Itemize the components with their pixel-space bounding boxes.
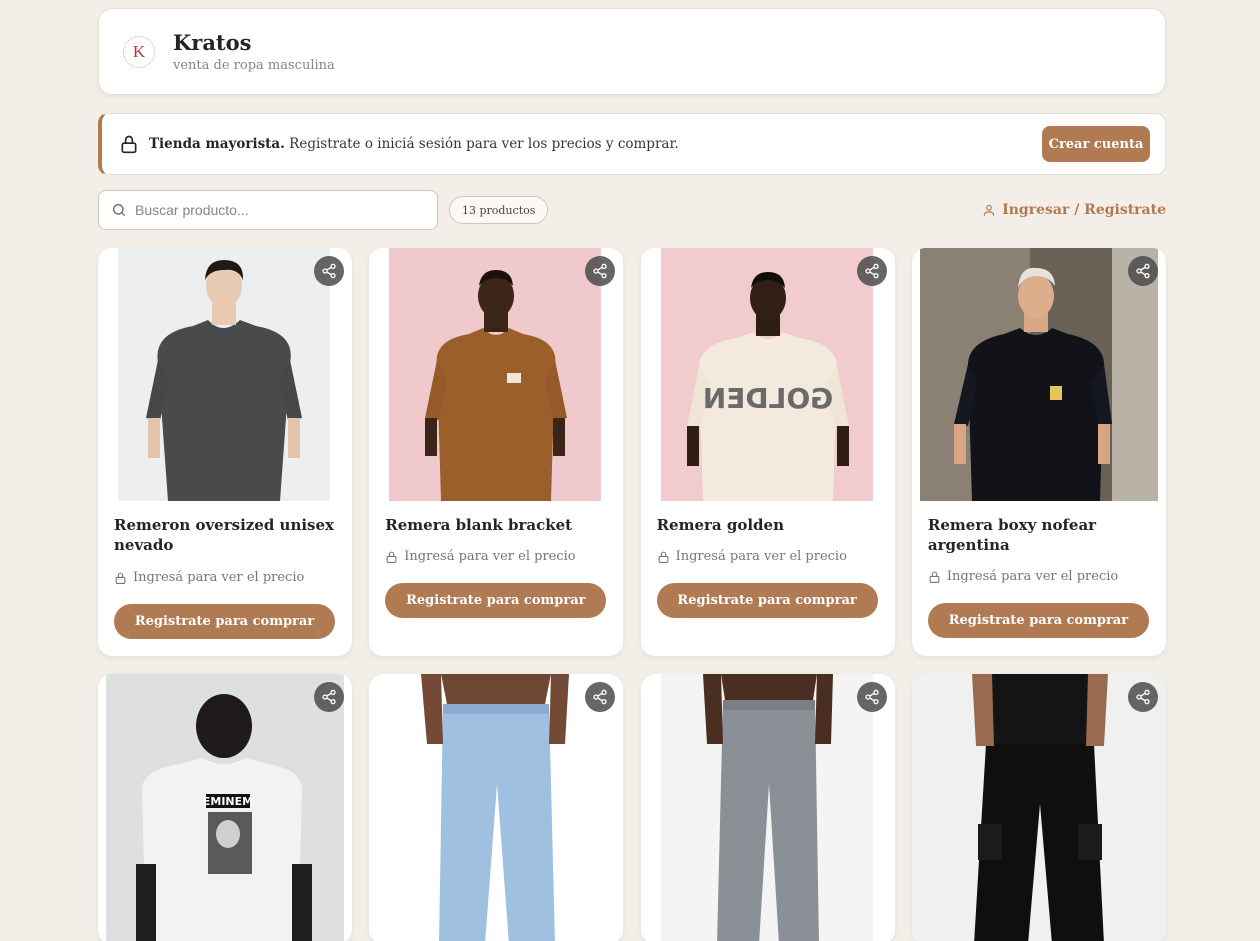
eminem-print: EMINEM (203, 795, 253, 808)
wholesale-notice: Tienda mayorista. Registrate o iniciá se… (98, 113, 1166, 175)
share-icon (1136, 689, 1150, 705)
product-title[interactable]: Remeron oversized unisex nevado (114, 515, 336, 555)
price-hidden: Ingresá para ver el precio (928, 569, 1150, 584)
price-text: Ingresá para ver el precio (675, 549, 847, 564)
login-register-link[interactable]: Ingresar / Registrate (982, 202, 1166, 218)
share-button[interactable] (856, 256, 887, 286)
product-image[interactable] (641, 674, 895, 941)
product-card[interactable]: Remeron oversized unisex nevado Ingresá … (98, 248, 352, 656)
price-hidden: Ingresá para ver el precio (657, 549, 879, 564)
product-title[interactable]: Remera blank bracket (385, 515, 607, 535)
price-text: Ingresá para ver el precio (404, 549, 576, 564)
price-hidden: Ingresá para ver el precio (385, 549, 607, 564)
share-icon (864, 689, 879, 705)
register-to-buy-button[interactable]: Registrate para comprar (385, 583, 607, 618)
product-photo (389, 674, 602, 941)
page: K Kratos venta de ropa masculina Tienda … (98, 8, 1166, 941)
product-image[interactable] (911, 248, 1166, 501)
store-logo: K (123, 35, 155, 68)
card-body: Remera golden Ingresá para ver el precio… (641, 501, 895, 618)
price-text: Ingresá para ver el precio (946, 569, 1119, 584)
card-body: Remera blank bracket Ingresá para ver el… (369, 501, 623, 618)
golden-print: GOLDEN (702, 382, 832, 415)
product-photo (660, 674, 873, 941)
create-account-button[interactable]: Crear cuenta (1042, 126, 1150, 162)
price-text: Ingresá para ver el precio (133, 570, 305, 585)
product-grid: Remeron oversized unisex nevado Ingresá … (98, 248, 1166, 656)
notice-bold: Tienda mayorista. (149, 136, 285, 152)
share-button[interactable] (1127, 682, 1158, 712)
share-icon (593, 263, 607, 279)
product-card[interactable]: EMINEM (98, 674, 352, 941)
toolbar: 13 productos Ingresar / Registrate (98, 190, 1166, 230)
store-header: K Kratos venta de ropa masculina (98, 8, 1166, 95)
product-title[interactable]: Remera golden (657, 515, 879, 535)
store-name: Kratos (173, 30, 252, 55)
share-button[interactable] (314, 256, 344, 286)
product-photo (118, 248, 330, 501)
login-register-label: Ingresar / Registrate (1002, 202, 1166, 218)
product-image[interactable]: EMINEM (98, 674, 352, 941)
product-count-badge: 13 productos (449, 196, 549, 224)
product-image[interactable]: GOLDEN (640, 248, 895, 501)
share-icon (322, 689, 336, 705)
product-grid-row-2: EMINEM (98, 674, 1166, 941)
product-photo: EMINEM (106, 674, 344, 941)
card-body: Remeron oversized unisex nevado Ingresá … (98, 501, 352, 639)
share-button[interactable] (314, 682, 344, 712)
share-button[interactable] (856, 682, 887, 712)
brand: Kratos venta de ropa masculina (173, 30, 335, 73)
store-tagline: venta de ropa masculina (173, 58, 335, 73)
product-image[interactable] (369, 674, 623, 941)
product-card[interactable] (911, 674, 1166, 941)
product-photo (911, 674, 1166, 941)
card-body: Remera boxy nofear argentina Ingresá par… (912, 501, 1166, 638)
lock-icon (658, 551, 668, 563)
product-image[interactable] (369, 248, 624, 501)
lock-icon (929, 571, 940, 583)
lock-icon (386, 551, 397, 563)
product-card[interactable] (369, 674, 624, 941)
lock-icon (115, 572, 126, 584)
product-card[interactable]: Remera blank bracket Ingresá para ver el… (369, 248, 624, 656)
product-card[interactable]: GOLDEN Remera golden Ingresá para ver el… (640, 248, 895, 656)
share-icon (593, 689, 607, 705)
product-photo (919, 248, 1158, 501)
product-photo (389, 248, 602, 501)
share-button[interactable] (1127, 256, 1158, 286)
share-icon (322, 263, 336, 279)
share-icon (1136, 263, 1150, 279)
search-icon (113, 204, 125, 216)
logo-letter: K (132, 41, 146, 61)
product-card[interactable] (640, 674, 895, 941)
product-title[interactable]: Remera boxy nofear argentina (928, 515, 1150, 555)
notice-text: Tienda mayorista. Registrate o iniciá se… (149, 136, 1042, 152)
product-photo: GOLDEN (660, 248, 873, 501)
product-image[interactable] (98, 248, 352, 501)
product-image[interactable] (911, 674, 1166, 941)
share-icon (864, 263, 879, 279)
register-to-buy-button[interactable]: Registrate para comprar (114, 604, 335, 639)
register-to-buy-button[interactable]: Registrate para comprar (927, 603, 1149, 638)
notice-body: Registrate o iniciá sesión para ver los … (284, 136, 679, 152)
price-hidden: Ingresá para ver el precio (114, 570, 336, 585)
register-to-buy-button[interactable]: Registrate para comprar (656, 583, 878, 618)
lock-icon (121, 135, 137, 154)
search-box[interactable] (98, 190, 438, 230)
search-input[interactable] (135, 202, 415, 218)
user-icon (983, 204, 995, 216)
product-card[interactable]: Remera boxy nofear argentina Ingresá par… (911, 248, 1166, 656)
